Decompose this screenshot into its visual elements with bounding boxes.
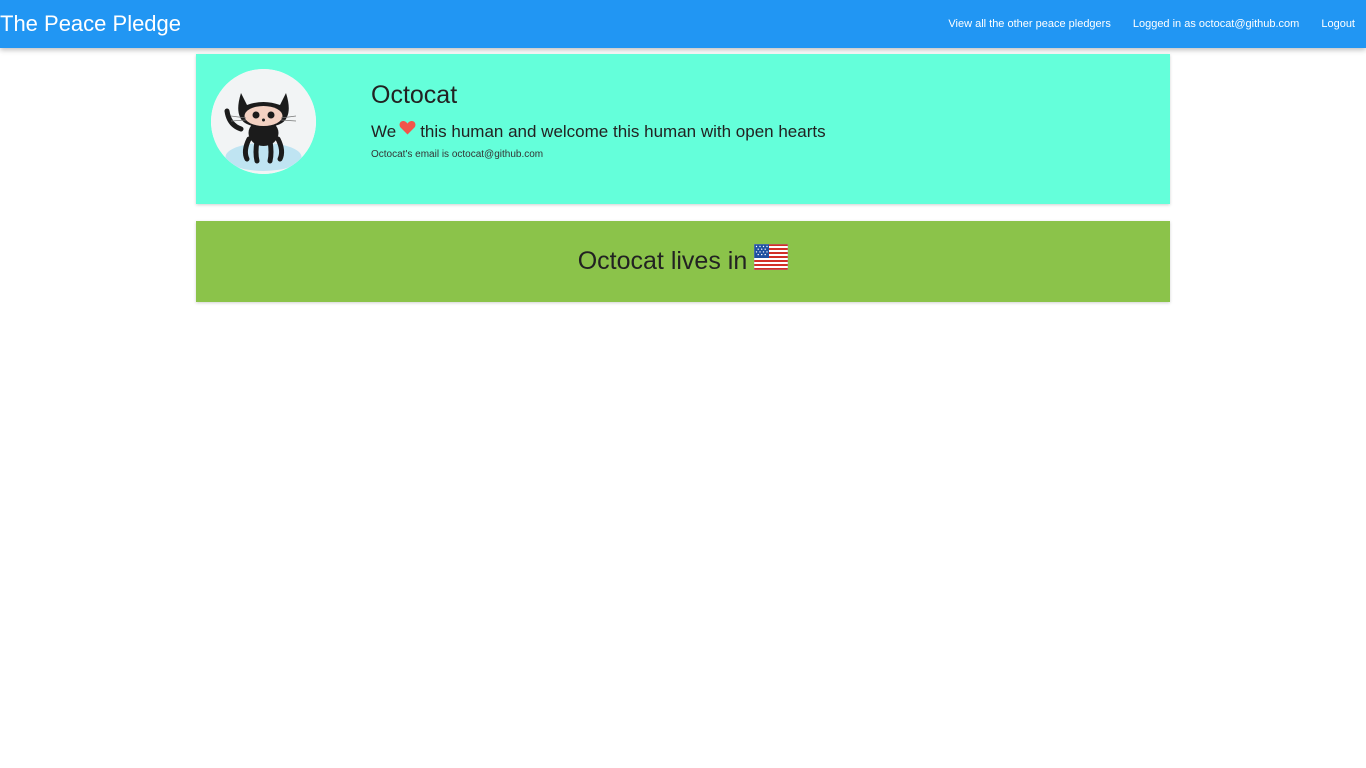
email-line: Octocat's email is octocat@github.com (371, 149, 544, 160)
octocat-avatar-icon (211, 69, 316, 174)
logout-link[interactable]: Logout (1310, 18, 1366, 30)
lives-in-text: Octocat lives in (577, 247, 748, 275)
welcome-suffix: this human and welcome this human with o… (420, 122, 826, 141)
logged-in-as-link[interactable]: Logged in as octocat@github.com (1122, 18, 1311, 30)
country-card: Octocat lives in (196, 221, 1170, 302)
welcome-prefix: We (371, 122, 397, 141)
top-navbar: The Peace Pledge View all the other peac… (0, 0, 1366, 48)
nav-links: View all the other peace pledgers Logged… (937, 0, 1366, 48)
us-flag-icon (753, 243, 789, 275)
profile-card: Octocat We this human and welcome this hu… (196, 54, 1170, 204)
brand-link[interactable]: The Peace Pledge (0, 10, 181, 38)
profile-name: Octocat (371, 81, 458, 109)
welcome-message: We this human and welcome this human with… (371, 121, 826, 143)
heart-icon (399, 119, 416, 141)
view-all-pledgers-link[interactable]: View all the other peace pledgers (937, 18, 1121, 30)
